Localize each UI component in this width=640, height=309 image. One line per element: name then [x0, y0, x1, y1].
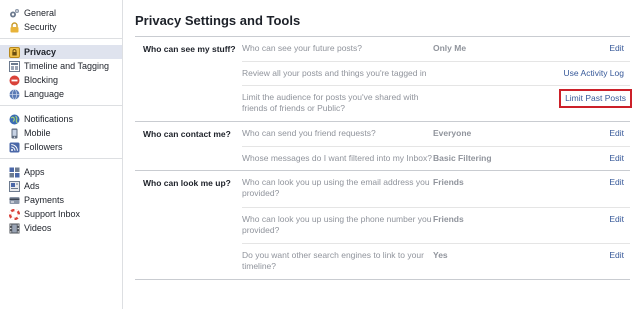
globe-notification-icon [9, 114, 20, 125]
sidebar-item-general[interactable]: General [0, 6, 122, 20]
setting-value: Friends [433, 177, 464, 187]
sidebar-item-notifications[interactable]: Notifications [0, 112, 122, 126]
padlock-icon [9, 46, 20, 58]
section-title: Who can look me up? [143, 178, 231, 188]
privacy-settings-table: Who can see my stuff? Who can see your f… [135, 36, 632, 280]
sidebar-item-mobile[interactable]: Mobile [0, 126, 122, 140]
sidebar-item-label: Security [24, 22, 57, 32]
setting-row-limit-past-posts: Limit the audience for posts you've shar… [242, 85, 632, 121]
setting-value: Everyone [433, 128, 472, 138]
setting-row-friend-requests: Who can send you friend requests? Everyo… [242, 122, 630, 146]
main-content: Privacy Settings and Tools [135, 0, 630, 30]
nav-group-notifications: Notifications Mobile Followers [0, 106, 122, 159]
globe-icon [9, 88, 20, 100]
edit-link[interactable]: Edit [551, 43, 630, 54]
gears-icon [9, 8, 20, 19]
section-title: Who can contact me? [143, 129, 231, 139]
lock-icon [9, 21, 20, 33]
setting-row-search-engines: Do you want other search engines to link… [242, 243, 630, 279]
sidebar-item-label: Apps [24, 167, 45, 177]
sidebar-item-privacy[interactable]: Privacy [0, 45, 122, 59]
setting-label: Who can look you up using the phone numb… [242, 214, 432, 235]
edit-link[interactable]: Edit [551, 214, 630, 225]
nav-group-account: General Security [0, 0, 122, 39]
rss-icon [9, 142, 20, 153]
nav-group-privacy: Privacy Timeline and Tagging Blocking La… [0, 39, 122, 106]
lifebuoy-icon [9, 208, 20, 220]
sidebar-item-security[interactable]: Security [0, 20, 122, 34]
blocking-icon [9, 75, 20, 86]
setting-value: Yes [433, 250, 448, 260]
sidebar-item-payments[interactable]: Payments [0, 193, 122, 207]
sidebar-item-videos[interactable]: Videos [0, 221, 122, 235]
section-title: Who can see my stuff? [143, 44, 236, 54]
edit-link[interactable]: Edit [551, 153, 630, 164]
sidebar-item-ads[interactable]: Ads [0, 179, 122, 193]
sidebar-item-label: Mobile [24, 128, 51, 138]
settings-sidebar: General Security Privacy Timeline and Ta… [0, 0, 123, 309]
sidebar-item-label: Notifications [24, 114, 74, 124]
sidebar-item-label: Privacy [24, 47, 57, 57]
nav-group-apps: Apps Ads Payments Support Inbox Videos [0, 159, 122, 239]
use-activity-log-link[interactable]: Use Activity Log [551, 68, 630, 79]
setting-label: Review all your posts and things you're … [242, 68, 427, 78]
sidebar-item-support-inbox[interactable]: Support Inbox [0, 207, 122, 221]
section-who-can-look-me-up: Who can look me up? Who can look you up … [135, 171, 630, 280]
setting-row-future-posts: Who can see your future posts? Only Me E… [242, 37, 630, 61]
sidebar-item-label: Payments [24, 195, 65, 205]
setting-row-lookup-email: Who can look you up using the email addr… [242, 171, 630, 207]
section-who-can-contact-me: Who can contact me? Who can send you fri… [135, 122, 630, 171]
setting-label: Who can send you friend requests? [242, 128, 376, 138]
sidebar-item-apps[interactable]: Apps [0, 165, 122, 179]
setting-label: Who can look you up using the email addr… [242, 177, 430, 198]
setting-label: Do you want other search engines to link… [242, 250, 424, 271]
timeline-icon [9, 60, 20, 72]
sidebar-item-label: General [24, 8, 57, 18]
setting-row-review-posts: Review all your posts and things you're … [242, 61, 630, 85]
setting-value: Only Me [433, 43, 467, 53]
film-icon [9, 223, 20, 234]
section-who-can-see-my-stuff: Who can see my stuff? Who can see your f… [135, 37, 632, 122]
sidebar-item-blocking[interactable]: Blocking [0, 73, 122, 87]
sidebar-item-label: Language [24, 89, 65, 99]
mobile-icon [9, 128, 20, 139]
edit-link[interactable]: Edit [551, 177, 630, 188]
sidebar-item-label: Support Inbox [24, 209, 81, 219]
setting-label: Who can see your future posts? [242, 43, 363, 53]
apps-icon [9, 167, 20, 178]
sidebar-item-timeline-and-tagging[interactable]: Timeline and Tagging [0, 59, 122, 73]
ads-icon [9, 180, 20, 192]
sidebar-item-label: Ads [24, 181, 40, 191]
payments-icon [9, 195, 20, 206]
sidebar-item-label: Videos [24, 223, 52, 233]
edit-link[interactable]: Edit [551, 250, 630, 261]
setting-row-lookup-phone: Who can look you up using the phone numb… [242, 207, 630, 243]
setting-label: Whose messages do I want filtered into m… [242, 153, 432, 163]
sidebar-item-label: Blocking [24, 75, 59, 85]
setting-label: Limit the audience for posts you've shar… [242, 92, 419, 113]
sidebar-item-language[interactable]: Language [0, 87, 122, 101]
limit-past-posts-link[interactable]: Limit Past Posts [559, 89, 632, 108]
setting-value: Basic Filtering [433, 153, 492, 163]
edit-link[interactable]: Edit [551, 128, 630, 139]
sidebar-item-label: Followers [24, 142, 63, 152]
setting-value: Friends [433, 214, 464, 224]
setting-row-message-filtering: Whose messages do I want filtered into m… [242, 146, 630, 170]
sidebar-item-label: Timeline and Tagging [24, 61, 110, 71]
page-title: Privacy Settings and Tools [135, 13, 301, 28]
sidebar-item-followers[interactable]: Followers [0, 140, 122, 154]
